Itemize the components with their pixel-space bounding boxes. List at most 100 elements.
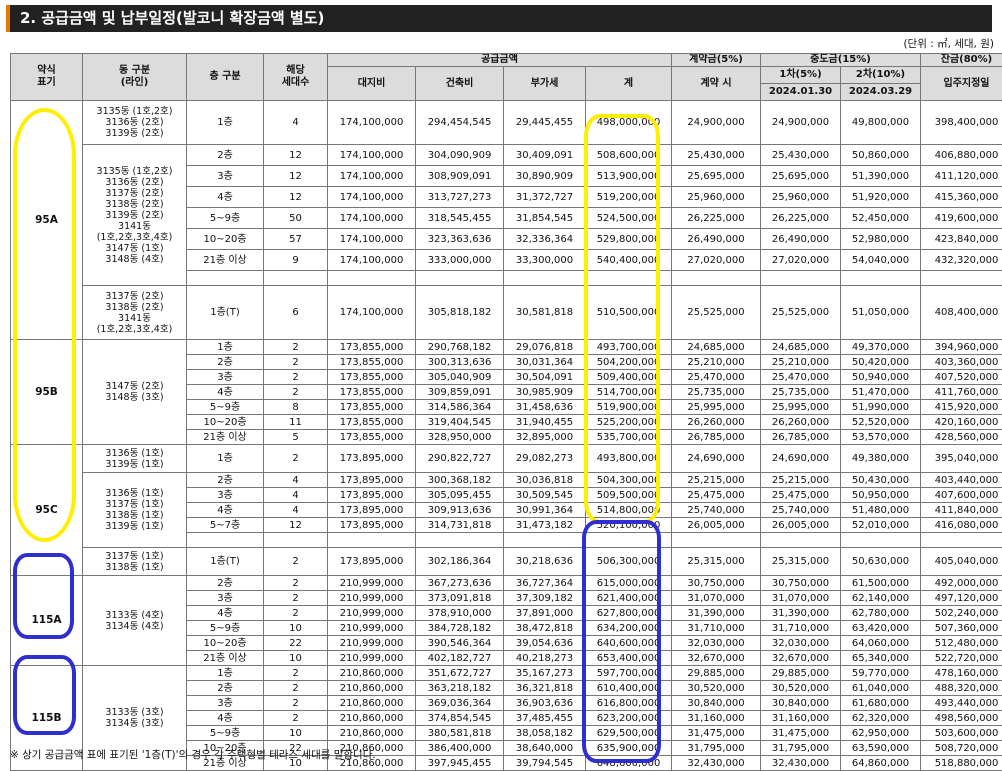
- units-cell: 10: [264, 621, 328, 636]
- building-cell: 323,363,636: [416, 229, 504, 250]
- units-cell: 12: [264, 187, 328, 208]
- units-cell: 12: [264, 145, 328, 166]
- vat-cell: 30,509,545: [504, 488, 586, 503]
- mid1-cell: 25,995,000: [761, 400, 841, 415]
- building-cell: 378,910,000: [416, 606, 504, 621]
- balance-cell: [921, 533, 1002, 548]
- land-cell: 210,860,000: [328, 681, 416, 696]
- floor-cell: 21층 이상: [187, 250, 264, 271]
- floor-cell: 4층: [187, 187, 264, 208]
- balance-cell: 432,320,000: [921, 250, 1002, 271]
- floor-cell: 5~9층: [187, 621, 264, 636]
- col-mid1-header: 1차(5%): [761, 67, 841, 84]
- floor-cell: [187, 533, 264, 548]
- mid2-cell: 64,060,000: [841, 636, 921, 651]
- total-cell: 493,800,000: [586, 445, 672, 473]
- deposit-cell: 25,210,000: [672, 355, 761, 370]
- mid1-cell: 31,390,000: [761, 606, 841, 621]
- vat-cell: [586, 271, 672, 286]
- col-units-header: 해당 세대수: [264, 54, 328, 101]
- mid1-cell: 26,260,000: [761, 415, 841, 430]
- land-cell: 210,999,000: [328, 651, 416, 666]
- dong-text: 3137동 (2호) 3138동 (2호) 3141동 (1호,2호,3호,4호…: [85, 291, 184, 335]
- land-cell: 173,855,000: [328, 430, 416, 445]
- balance-cell: 415,360,000: [921, 187, 1002, 208]
- vat-cell: [504, 533, 586, 548]
- col-total-header: 계: [586, 67, 672, 101]
- type-cell: 95A: [11, 101, 83, 340]
- floor-cell: 4층: [187, 606, 264, 621]
- balance-cell: 395,040,000: [921, 445, 1002, 473]
- total-cell: 529,800,000: [586, 229, 672, 250]
- land-cell: [416, 271, 504, 286]
- total-cell: 535,700,000: [586, 430, 672, 445]
- mid1-cell: 24,690,000: [761, 445, 841, 473]
- dong-cell: 3137동 (2호) 3138동 (2호) 3141동 (1호,2호,3호,4호…: [83, 286, 187, 340]
- section-title: 2. 공급금액 및 납부일정(발코니 확장금액 별도): [20, 9, 324, 27]
- total-cell: 509,500,000: [586, 488, 672, 503]
- deposit-cell: 30,520,000: [672, 681, 761, 696]
- land-cell: 174,100,000: [328, 286, 416, 340]
- mid2-cell: [921, 271, 1002, 286]
- units-cell: 10: [264, 726, 328, 741]
- col-dong-header: 동 구분 (라인): [83, 54, 187, 101]
- units-cell: 8: [264, 400, 328, 415]
- deposit-cell: 25,430,000: [672, 145, 761, 166]
- mid2-cell: 51,480,000: [841, 503, 921, 518]
- vat-cell: 39,794,545: [504, 756, 586, 771]
- mid2-cell: 62,140,000: [841, 591, 921, 606]
- deposit-cell: 32,430,000: [672, 756, 761, 771]
- mid2-cell: 63,420,000: [841, 621, 921, 636]
- deposit-cell: 25,525,000: [672, 286, 761, 340]
- building-cell: 305,095,455: [416, 488, 504, 503]
- deposit-cell: 25,740,000: [672, 503, 761, 518]
- deposit-cell: 25,470,000: [672, 370, 761, 385]
- floor-cell: 1층: [187, 666, 264, 681]
- total-cell: 513,900,000: [586, 166, 672, 187]
- vat-cell: 35,167,273: [504, 666, 586, 681]
- floor-cell: 3층: [187, 166, 264, 187]
- deposit-cell: 31,390,000: [672, 606, 761, 621]
- building-cell: 294,454,545: [416, 101, 504, 145]
- land-cell: 210,999,000: [328, 606, 416, 621]
- building-cell: 308,909,091: [416, 166, 504, 187]
- dong-text: 3147동 (2호) 3148동 (3호): [85, 381, 184, 403]
- land-cell: 173,855,000: [328, 340, 416, 355]
- mid1-cell: 32,670,000: [761, 651, 841, 666]
- col-mid2-header: 2차(10%): [841, 67, 921, 84]
- total-cell: 525,200,000: [586, 415, 672, 430]
- building-cell: [504, 271, 586, 286]
- type-cell: 115A: [11, 576, 83, 666]
- vat-cell: 33,300,000: [504, 250, 586, 271]
- deposit-cell: 32,670,000: [672, 651, 761, 666]
- mid2-cell: 61,680,000: [841, 696, 921, 711]
- mid2-cell: 65,340,000: [841, 651, 921, 666]
- mid1-cell: 25,475,000: [761, 488, 841, 503]
- floor-cell: 21층 이상: [187, 430, 264, 445]
- balance-cell: 394,960,000: [921, 340, 1002, 355]
- total-cell: 629,500,000: [586, 726, 672, 741]
- building-cell: 313,727,273: [416, 187, 504, 208]
- vat-cell: 31,372,727: [504, 187, 586, 208]
- deposit-cell: 25,960,000: [672, 187, 761, 208]
- col-deposit-group-header: 계약금(5%): [672, 54, 761, 67]
- floor-cell: 1층: [187, 101, 264, 145]
- mid1-cell: 26,490,000: [761, 229, 841, 250]
- balance-cell: 407,600,000: [921, 488, 1002, 503]
- total-cell: 621,400,000: [586, 591, 672, 606]
- building-cell: 328,950,000: [416, 430, 504, 445]
- building-cell: 390,546,364: [416, 636, 504, 651]
- deposit-cell: 30,840,000: [672, 696, 761, 711]
- deposit-cell: 31,475,000: [672, 726, 761, 741]
- mid1-cell: 31,070,000: [761, 591, 841, 606]
- land-cell: 173,855,000: [328, 400, 416, 415]
- table-row: 3137동 (2호) 3138동 (2호) 3141동 (1호,2호,3호,4호…: [11, 286, 1002, 340]
- units-cell: [328, 271, 416, 286]
- balance-cell: 411,760,000: [921, 385, 1002, 400]
- mid1-cell: 30,750,000: [761, 576, 841, 591]
- unit-note: (단위 : ㎡, 세대, 원): [903, 36, 994, 51]
- table-row: 3135동 (1호,2호) 3136동 (2호) 3137동 (2호) 3138…: [11, 145, 1002, 166]
- deposit-cell: 26,005,000: [672, 518, 761, 533]
- land-cell: 174,100,000: [328, 250, 416, 271]
- land-cell: 173,855,000: [328, 355, 416, 370]
